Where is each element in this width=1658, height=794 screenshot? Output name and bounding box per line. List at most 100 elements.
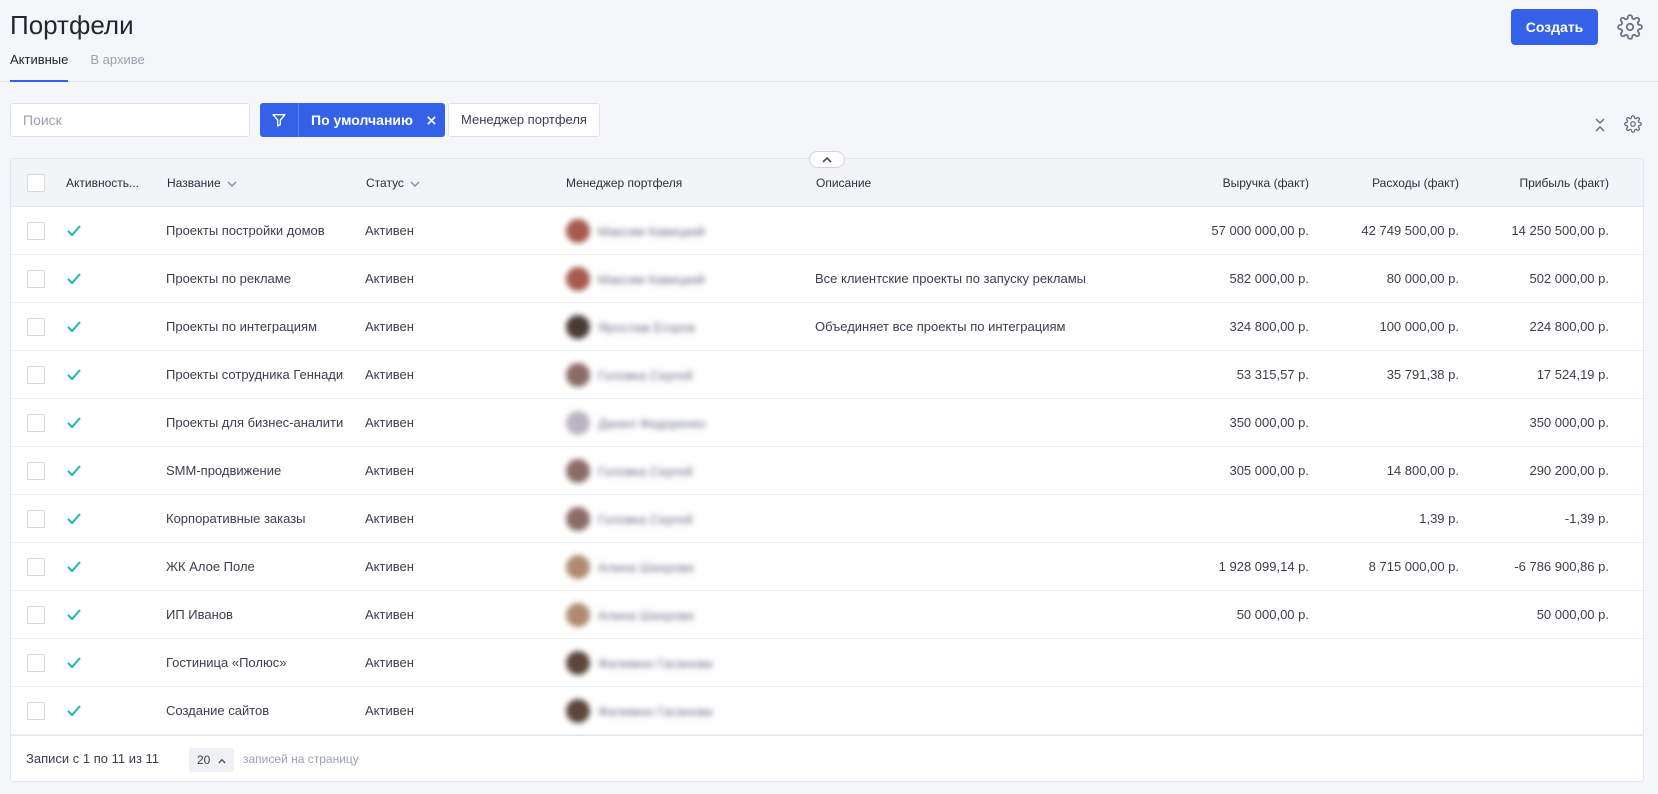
manager-name: Алина Шахрова: [598, 559, 694, 575]
column-status-label: Статус: [366, 176, 404, 190]
row-manager: Головка Сергей: [541, 495, 791, 543]
row-description: [815, 639, 1145, 687]
column-description[interactable]: Описание: [816, 159, 1016, 207]
column-activity[interactable]: Активность...: [66, 159, 151, 207]
tab-archive[interactable]: В архиве: [90, 52, 144, 82]
check-icon: [67, 321, 81, 333]
row-name[interactable]: Корпоративные заказы: [166, 495, 344, 543]
row-description: Все клиентские проекты по запуску реклам…: [815, 271, 1086, 286]
check-icon: [67, 609, 81, 621]
row-name[interactable]: ЖК Алое Поле: [166, 543, 344, 591]
page-title: Портфели: [10, 10, 134, 40]
row-status: Активен: [365, 223, 414, 238]
row-name[interactable]: Проекты постройки домов: [166, 207, 344, 255]
row-profit: 350 000,00 р.: [1529, 415, 1609, 430]
row-profit: 502 000,00 р.: [1529, 271, 1609, 286]
records-count: Записи с 1 по 11 из 11: [26, 751, 160, 766]
column-name-label: Название: [167, 176, 221, 190]
row-revenue: 582 000,00 р.: [1229, 271, 1309, 286]
row-status: Активен: [365, 367, 414, 382]
table-row[interactable]: SMM-продвижение Активен Головка Сергей 305 …: [11, 447, 1643, 495]
row-checkbox[interactable]: [27, 558, 45, 576]
row-profit: 290 200,00 р.: [1529, 463, 1609, 478]
row-manager: Филимон Гасанова: [541, 687, 791, 735]
row-name[interactable]: SMM-продвижение: [166, 447, 344, 495]
row-checkbox[interactable]: [27, 510, 45, 528]
search-input[interactable]: [10, 103, 250, 137]
table-row[interactable]: Создание сайтов Активен Филимон Гасанова: [11, 687, 1643, 735]
filter-button[interactable]: [260, 103, 299, 137]
row-status: Активен: [365, 703, 414, 718]
table-row[interactable]: Проекты по рекламе Активен Максим Кавицкий…: [11, 255, 1643, 303]
row-name[interactable]: Проекты по интеграциям: [166, 303, 344, 351]
check-icon: [67, 273, 81, 285]
create-button[interactable]: Создать: [1511, 9, 1598, 45]
table-row[interactable]: Корпоративные заказы Активен Головка Серге…: [11, 495, 1643, 543]
tab-active[interactable]: Активные: [10, 52, 69, 82]
manager-name: Ярослав Егоров: [598, 319, 696, 335]
row-expenses: 1,39 р.: [1419, 511, 1459, 526]
filter-label[interactable]: По умолчанию: [299, 103, 419, 137]
page-header: Портфели Активные В архиве Создать: [0, 0, 1658, 82]
manager-name: Филимон Гасанова: [598, 703, 713, 719]
row-manager: Ярослав Егоров: [541, 303, 791, 351]
row-checkbox[interactable]: [27, 366, 45, 384]
row-checkbox[interactable]: [27, 222, 45, 240]
column-manager[interactable]: Менеджер портфеля: [566, 159, 766, 207]
row-checkbox[interactable]: [27, 270, 45, 288]
row-description: [815, 207, 1145, 255]
check-icon: [67, 465, 81, 477]
tabs: Активные В архиве: [10, 52, 145, 82]
row-name[interactable]: Создание сайтов: [166, 687, 344, 735]
row-name[interactable]: Проекты для бизнес-аналитики: [166, 399, 344, 447]
table-row[interactable]: Проекты сотрудника Геннадия Активен Головк…: [11, 351, 1643, 399]
close-icon: [427, 115, 437, 125]
table-row[interactable]: ЖК Алое Поле Активен Алина Шахрова 1 928 09…: [11, 543, 1643, 591]
column-profit[interactable]: Прибыль (факт): [1461, 159, 1609, 207]
table-row[interactable]: Проекты по интеграциям Активен Ярослав Его…: [11, 303, 1643, 351]
avatar: [566, 267, 590, 291]
manager-name: Головка Сергей: [598, 511, 693, 527]
manager-filter-button[interactable]: Менеджер портфеля: [448, 103, 600, 137]
row-description: [815, 591, 1145, 639]
avatar: [566, 699, 590, 723]
table-row[interactable]: ИП Иванов Активен Алина Шахрова 50 000,00 р…: [11, 591, 1643, 639]
row-expenses: [1311, 591, 1459, 639]
collapse-icon[interactable]: [1592, 116, 1608, 134]
row-checkbox[interactable]: [27, 606, 45, 624]
row-checkbox[interactable]: [27, 654, 45, 672]
row-checkbox[interactable]: [27, 462, 45, 480]
table-row[interactable]: Гостиница «Полюс» Активен Филимон Гасанова: [11, 639, 1643, 687]
column-revenue[interactable]: Выручка (факт): [1141, 159, 1309, 207]
row-profit: 17 524,19 р.: [1536, 367, 1609, 382]
column-name[interactable]: Название: [167, 159, 347, 207]
table-row[interactable]: Проекты для бизнес-аналитики Активен Данил…: [11, 399, 1643, 447]
row-manager: Алина Шахрова: [541, 591, 791, 639]
select-all-checkbox[interactable]: [27, 174, 45, 192]
row-checkbox[interactable]: [27, 318, 45, 336]
column-status[interactable]: Статус: [366, 159, 516, 207]
header-collapse-toggle[interactable]: [809, 151, 845, 168]
row-status: Активен: [365, 463, 414, 478]
table-settings-gear-icon[interactable]: [1624, 115, 1642, 133]
row-name[interactable]: Проекты сотрудника Геннадия: [166, 351, 344, 399]
filter-clear-button[interactable]: [419, 103, 445, 137]
row-status: Активен: [365, 271, 414, 286]
row-checkbox[interactable]: [27, 702, 45, 720]
avatar: [566, 219, 590, 243]
avatar: [566, 555, 590, 579]
row-status: Активен: [365, 319, 414, 334]
column-expenses[interactable]: Расходы (факт): [1311, 159, 1459, 207]
row-description: [815, 399, 1145, 447]
row-name[interactable]: Гостиница «Полюс»: [166, 639, 344, 687]
portfolios-table: Активность... Название Статус Менеджер п…: [10, 158, 1644, 782]
row-checkbox[interactable]: [27, 414, 45, 432]
page-size-select[interactable]: 20: [189, 748, 234, 772]
table-row[interactable]: Проекты постройки домов Активен Максим Кав…: [11, 207, 1643, 255]
row-expenses: [1311, 687, 1459, 735]
row-profit: -1,39 р.: [1564, 511, 1609, 526]
row-name[interactable]: ИП Иванов: [166, 591, 344, 639]
row-revenue: [1141, 495, 1309, 543]
settings-gear-icon[interactable]: [1617, 14, 1643, 40]
row-name[interactable]: Проекты по рекламе: [166, 255, 344, 303]
